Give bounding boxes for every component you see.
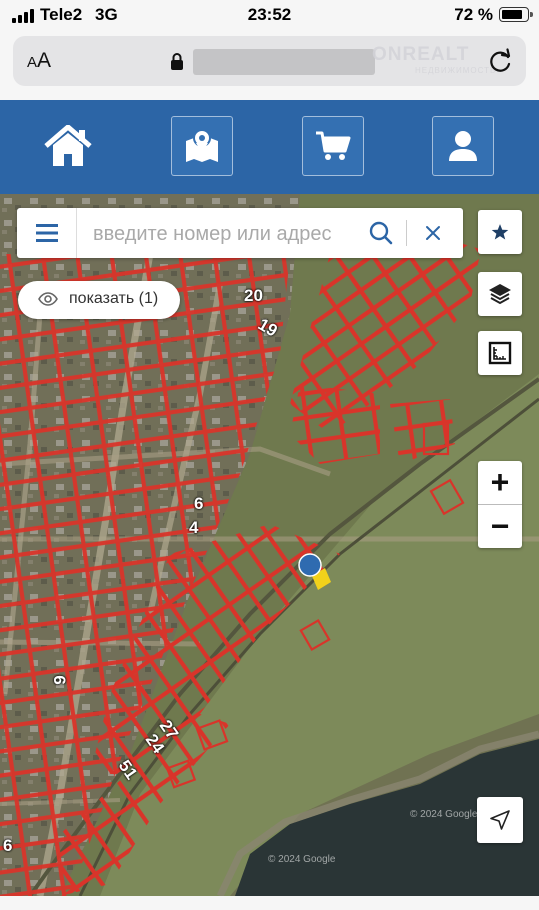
cadastral-map[interactable]: + − показать (1) 20 19 6 4 9 27 24 51 6 … bbox=[0, 194, 539, 896]
location-marker bbox=[298, 553, 322, 577]
ruler-icon bbox=[488, 341, 512, 365]
watermark-subtitle: НЕДВИЖИМОСТЬ bbox=[415, 66, 497, 75]
ruler-button[interactable] bbox=[478, 331, 522, 375]
show-results-button[interactable]: показать (1) bbox=[18, 281, 180, 319]
show-results-label: показать (1) bbox=[69, 290, 159, 307]
nav-home-button[interactable] bbox=[37, 116, 99, 176]
zoom-control: + − bbox=[478, 461, 522, 548]
search-input[interactable] bbox=[93, 221, 363, 247]
navigation-arrow-icon bbox=[490, 810, 510, 830]
nav-cart-button[interactable] bbox=[302, 116, 364, 176]
star-icon bbox=[491, 224, 509, 240]
search-icon[interactable] bbox=[369, 221, 393, 245]
favorites-button[interactable] bbox=[478, 210, 522, 254]
layers-icon bbox=[489, 284, 511, 305]
status-bar: Tele2 3G 23:52 72 % bbox=[0, 0, 539, 30]
plot-label: 6 bbox=[3, 836, 13, 855]
zoom-out-button[interactable]: − bbox=[478, 505, 522, 548]
map-attribution: © 2024 Google bbox=[268, 854, 336, 865]
zoom-in-button[interactable]: + bbox=[478, 461, 522, 504]
plot-label: 6 bbox=[194, 494, 204, 513]
lock-icon bbox=[171, 53, 183, 70]
user-icon bbox=[449, 131, 477, 161]
home-icon bbox=[44, 125, 92, 166]
plot-label: 4 bbox=[189, 518, 199, 537]
map-pin-icon bbox=[186, 129, 218, 162]
text-size-button[interactable]: AA bbox=[27, 49, 51, 73]
nav-profile-button[interactable] bbox=[432, 116, 494, 176]
battery-icon bbox=[499, 7, 533, 22]
url-text-redacted[interactable] bbox=[193, 49, 375, 75]
layers-button[interactable] bbox=[478, 272, 522, 316]
browser-toolbar: AA ONREALT НЕДВИЖИМОСТЬ bbox=[0, 30, 539, 100]
map-attribution: © 2024 Google bbox=[410, 809, 478, 820]
nav-map-button[interactable] bbox=[171, 116, 233, 176]
site-nav-bar bbox=[0, 100, 539, 194]
locate-me-button[interactable] bbox=[477, 797, 523, 843]
browser-bottom-edge bbox=[0, 896, 539, 910]
hamburger-icon bbox=[35, 224, 58, 242]
plot-label: 20 bbox=[244, 286, 263, 305]
menu-button[interactable] bbox=[17, 208, 77, 258]
search-divider bbox=[406, 220, 407, 246]
watermark-logo: ONREALT bbox=[372, 44, 470, 65]
battery-percent: 72 % bbox=[454, 5, 493, 24]
plot-label: 9 bbox=[50, 675, 70, 685]
close-icon[interactable] bbox=[422, 222, 444, 244]
eye-icon bbox=[38, 292, 58, 306]
search-bar bbox=[17, 208, 463, 258]
cart-icon bbox=[316, 131, 351, 160]
